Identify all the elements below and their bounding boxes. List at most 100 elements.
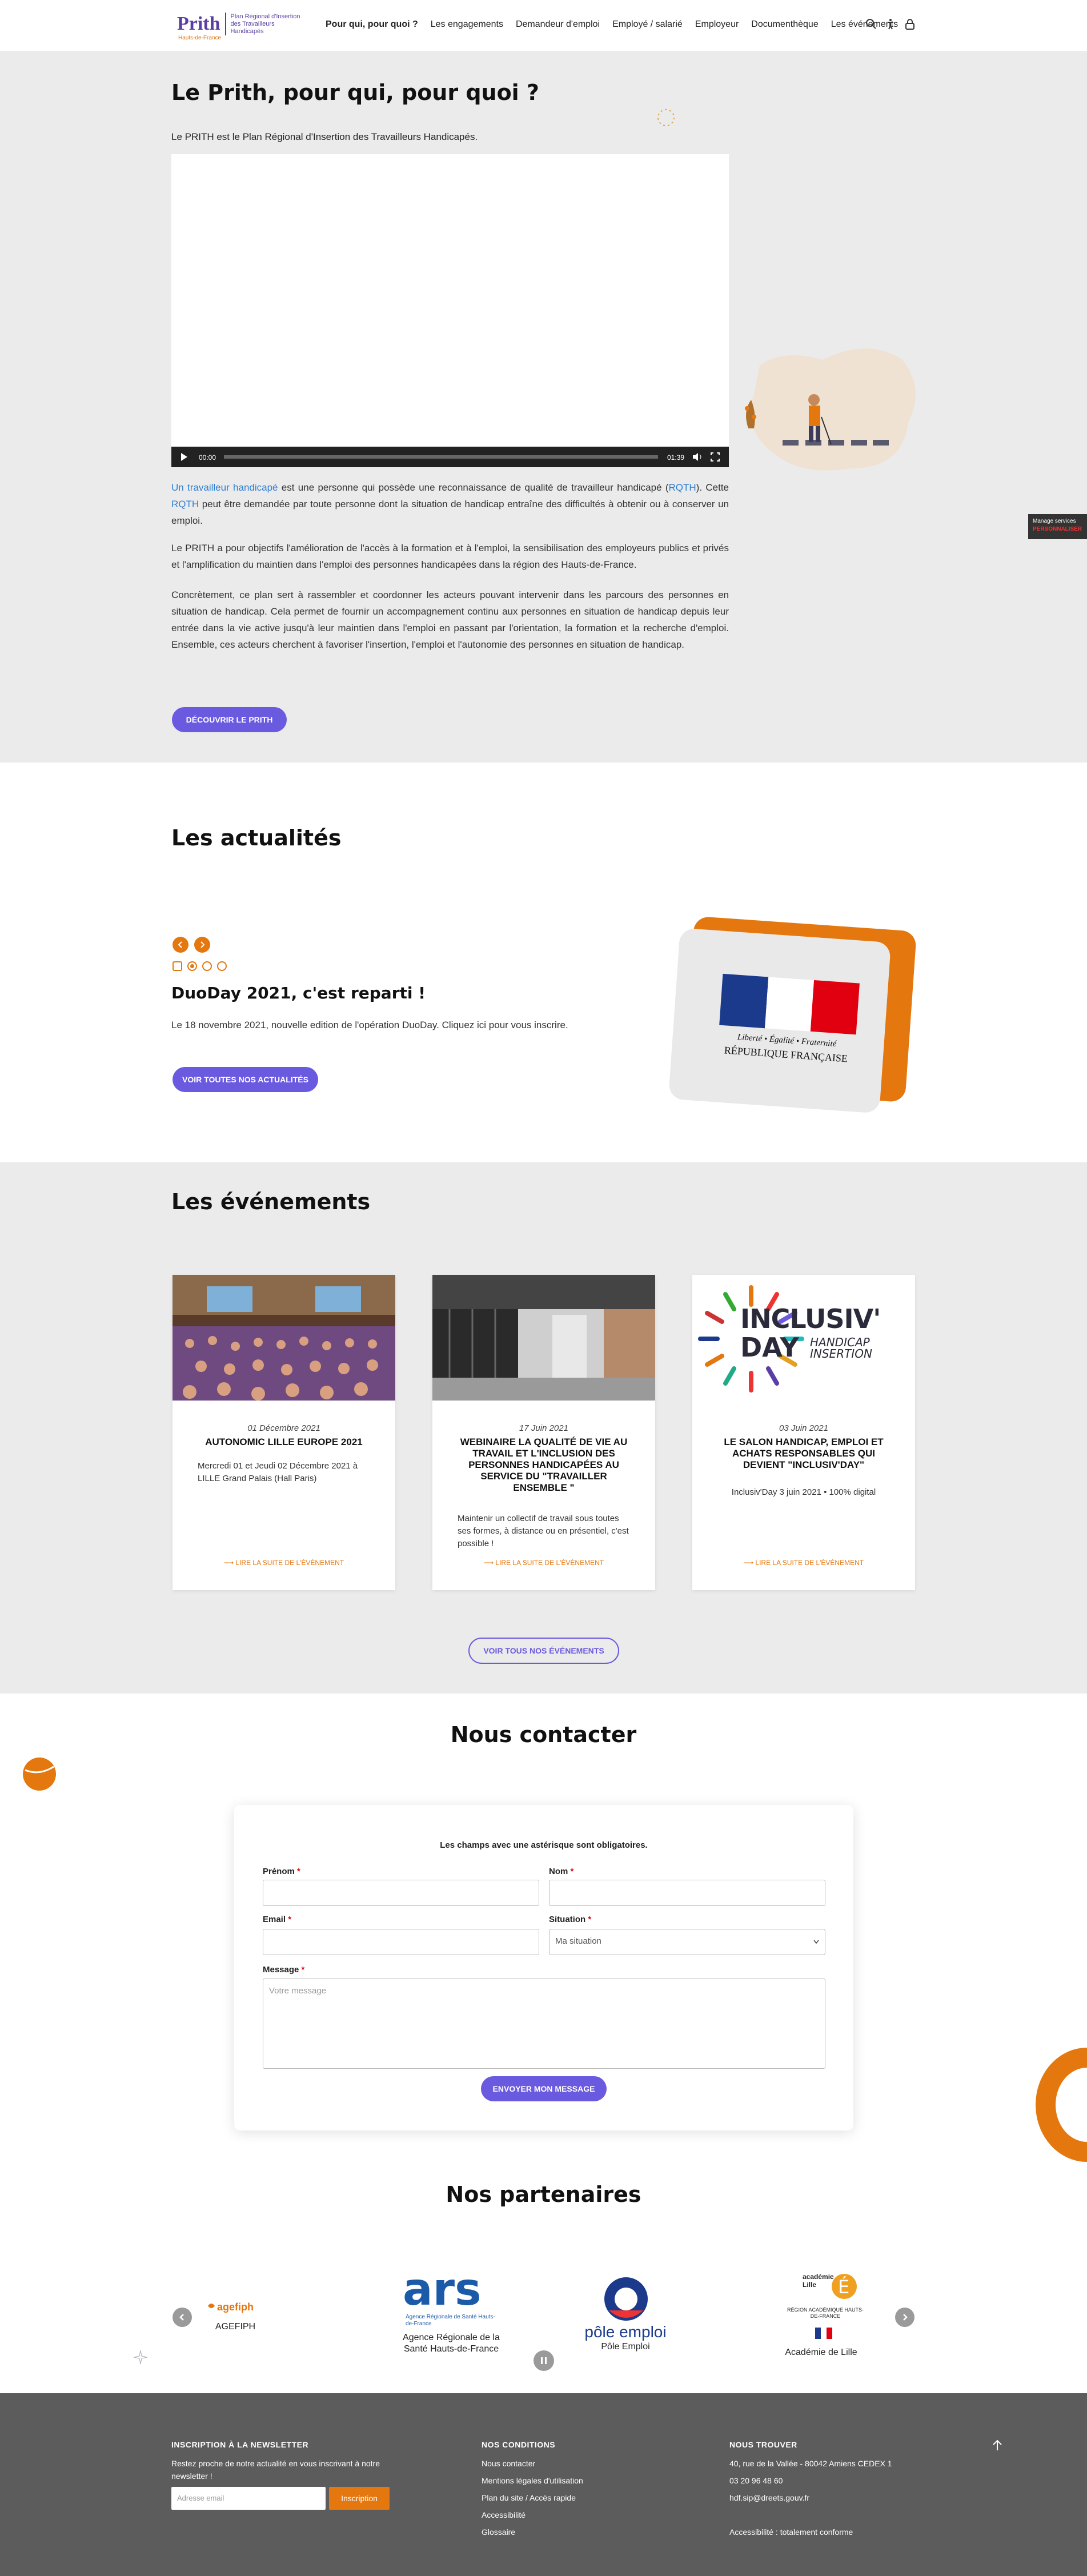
lock-icon[interactable] xyxy=(904,18,916,30)
volume-icon[interactable] xyxy=(692,452,703,462)
event-read-more-link[interactable]: ⟶ LIRE LA SUITE DE L'ÉVÉNEMENT xyxy=(692,1559,915,1567)
event-read-more-label: LIRE LA SUITE DE L'ÉVÉNEMENT xyxy=(755,1559,864,1567)
newsletter-submit-button[interactable]: Inscription xyxy=(329,2487,390,2510)
event-text: Mercredi 01 et Jeudi 02 Décembre 2021 à … xyxy=(198,1461,358,1483)
footer-address: 40, rue de la Vallée - 80042 Amiens CEDE… xyxy=(729,2459,892,2468)
footer-link-sitemap[interactable]: Plan du site / Accès rapide xyxy=(482,2489,576,2506)
intro-lead: Le PRITH est le Plan Régional d'Insertio… xyxy=(171,131,478,142)
event-date: 17 Juin 2021 xyxy=(519,1423,568,1433)
partner-academie[interactable]: académie Lille É RÉGION ACADÉMIQUE HAUTS… xyxy=(774,2265,868,2368)
partners-pause-button[interactable] xyxy=(534,2350,554,2371)
footer-accessibility-status[interactable]: Accessibilité : totalement conforme xyxy=(729,2523,853,2541)
firstname-label: Prénom * xyxy=(263,1867,300,1876)
lastname-label-text: Nom xyxy=(549,1867,568,1876)
agefiph-mark xyxy=(208,2304,215,2308)
required-star: * xyxy=(288,1915,292,1924)
nav-item-employe[interactable]: Employé / salarié xyxy=(612,19,683,30)
inclusiv-sub-1: HANDICAP xyxy=(810,1335,870,1349)
footer-link-accessibility[interactable]: Accessibilité xyxy=(482,2506,526,2523)
ars-logo-word: ars xyxy=(403,2268,482,2312)
newsletter-text: Restez proche de notre actualité en vous… xyxy=(171,2459,380,2481)
message-textarea[interactable]: Votre message xyxy=(263,1979,825,2069)
sparkle-decor-icon xyxy=(133,2350,148,2365)
nav-item-demandeur[interactable]: Demandeur d'emploi xyxy=(516,19,600,30)
news-section: Les actualités DuoDay 2021, c'est repart… xyxy=(0,763,1087,1162)
p1-text-c: peut être demandée par toute personne do… xyxy=(171,499,729,526)
video-player[interactable]: 00:00 01:39 xyxy=(171,154,729,467)
partner-pole-emploi[interactable]: pôle emploi Pôle Emploi xyxy=(577,2276,674,2352)
event-title: AUTONOMIC LILLE EUROPE 2021 xyxy=(205,1437,363,1447)
link-rqth-1[interactable]: RQTH xyxy=(669,482,696,493)
fullscreen-icon[interactable] xyxy=(711,452,720,462)
footer-link-contact[interactable]: Nous contacter xyxy=(482,2455,535,2472)
intro-paragraph-3: Concrètement, ce plan sert à rassembler … xyxy=(171,589,729,650)
link-travailleur-handicape[interactable]: Un travailleur handicapé xyxy=(171,482,278,493)
search-icon[interactable] xyxy=(865,18,877,30)
news-dot-1[interactable] xyxy=(187,961,197,971)
email-input[interactable] xyxy=(263,1929,539,1955)
all-events-button[interactable]: VOIR TOUS NOS ÉVÉNEMENTS xyxy=(468,1638,619,1664)
news-pause-dot[interactable] xyxy=(173,961,182,971)
event-read-more-link[interactable]: ⟶ LIRE LA SUITE DE L'ÉVÉNEMENT xyxy=(432,1559,655,1567)
events-section: Les événements 01 Décembre 2021 AUTONOMI… xyxy=(0,1162,1087,1694)
send-message-button[interactable]: ENVOYER MON MESSAGE xyxy=(481,2076,607,2101)
situation-select[interactable]: Ma situation xyxy=(549,1929,825,1955)
partner-name: Académie de Lille xyxy=(785,2348,857,2357)
video-time-total: 01:39 xyxy=(667,454,685,462)
partners-prev-button[interactable] xyxy=(173,2308,192,2327)
news-prev-button[interactable] xyxy=(173,937,188,953)
event-card[interactable]: 01 Décembre 2021 AUTONOMIC LILLE EUROPE … xyxy=(173,1275,395,1590)
link-rqth-2[interactable]: RQTH xyxy=(171,499,199,509)
footer-link-legal[interactable]: Mentions légales d'utilisation xyxy=(482,2472,583,2489)
video-progress[interactable] xyxy=(224,455,658,459)
back-to-top-icon[interactable] xyxy=(991,2439,1004,2451)
news-item-title[interactable]: DuoDay 2021, c'est reparti ! xyxy=(171,984,426,1002)
lastname-label: Nom * xyxy=(549,1867,573,1876)
accessibility-icon[interactable] xyxy=(885,18,896,30)
required-note: Les champs avec une astérisque sont obli… xyxy=(440,1840,648,1850)
lastname-input[interactable] xyxy=(549,1880,825,1906)
firstname-input[interactable] xyxy=(263,1880,539,1906)
academie-sub: RÉGION ACADÉMIQUE HAUTS-DE-FRANCE xyxy=(787,2307,864,2319)
p1-text-a: est une personne qui possède une reconna… xyxy=(278,482,669,493)
required-star: * xyxy=(570,1867,574,1876)
inclusiv-word: INCLUSIV' xyxy=(740,1303,881,1334)
chevron-right-icon xyxy=(200,941,205,948)
partner-name: Agence Régionale de la Santé Hauts-de-Fr… xyxy=(403,2333,500,2354)
partner-ars[interactable]: ars Agence Régionale de Santé Hauts-de-F… xyxy=(400,2268,503,2362)
nav-item-engagements[interactable]: Les engagements xyxy=(431,19,503,30)
news-dot-2[interactable] xyxy=(202,961,212,971)
contact-title: Nous contacter xyxy=(450,1722,637,1747)
footer-email[interactable]: hdf.sip@dreets.gouv.fr xyxy=(729,2489,809,2506)
logo-region: Hauts-de-France xyxy=(178,35,222,41)
situation-label-text: Situation xyxy=(549,1915,586,1924)
news-title: Les actualités xyxy=(171,825,342,850)
partner-agefiph[interactable]: agefiph AGEFIPH xyxy=(207,2299,261,2339)
all-news-button[interactable]: VOIR TOUTES NOS ACTUALITÉS xyxy=(173,1067,318,1092)
event-card[interactable]: 17 Juin 2021 WEBINAIRE LA QUALITÉ DE VIE… xyxy=(432,1275,655,1590)
event-read-more-link[interactable]: ⟶ LIRE LA SUITE DE L'ÉVÉNEMENT xyxy=(173,1559,395,1567)
play-icon[interactable] xyxy=(179,452,188,462)
contact-section: Nous contacter Les champs avec une astér… xyxy=(0,1694,1087,2393)
event-image-office xyxy=(432,1275,655,1401)
nav-item-employeur[interactable]: Employeur xyxy=(695,19,739,30)
nav-item-pour-qui[interactable]: Pour qui, pour quoi ? xyxy=(326,19,418,30)
event-card[interactable]: INCLUSIV' DAY HANDICAP INSERTION 03 Juin… xyxy=(692,1275,915,1590)
prith-logo[interactable]: Prith Hauts-de-France Plan Régional d'In… xyxy=(177,13,305,41)
cookie-manage-tab[interactable]: Manage services PERSONNALISER xyxy=(1028,514,1087,539)
news-dot-3[interactable] xyxy=(217,961,227,971)
news-image[interactable]: Liberté • Égalité • Fraternité RÉPUBLIQU… xyxy=(668,928,892,1114)
cookie-tab-line1: Manage services xyxy=(1033,518,1076,524)
required-star: * xyxy=(588,1915,592,1924)
partners-next-button[interactable] xyxy=(895,2308,914,2327)
newsletter-email-input[interactable]: Adresse email xyxy=(171,2487,326,2510)
footer-phone[interactable]: 03 20 96 48 60 xyxy=(729,2472,783,2489)
site-footer: INSCRIPTION À LA NEWSLETTER Restez proch… xyxy=(0,2393,1087,2576)
nav-item-documentheque[interactable]: Documenthèque xyxy=(751,19,818,30)
situation-label: Situation * xyxy=(549,1915,591,1924)
intro-title: Le Prith, pour qui, pour quoi ? xyxy=(171,80,539,105)
footer-link-glossary[interactable]: Glossaire xyxy=(482,2523,515,2541)
discover-prith-button[interactable]: DÉCOUVRIR LE PRITH xyxy=(172,707,287,732)
news-next-button[interactable] xyxy=(194,937,210,953)
partner-name: AGEFIPH xyxy=(215,2322,256,2332)
